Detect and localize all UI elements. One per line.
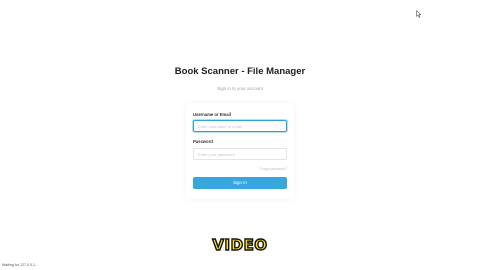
- username-input[interactable]: [193, 120, 287, 132]
- video-overlay-label: VIDEO: [212, 235, 268, 254]
- login-page: Book Scanner - File Manager Sign in to y…: [0, 0, 480, 270]
- page-subtitle: Sign in to your account: [217, 86, 263, 91]
- password-input[interactable]: [193, 148, 287, 160]
- sign-in-button[interactable]: Sign In: [193, 177, 287, 189]
- password-label: Password: [193, 139, 213, 144]
- browser-status-text: Waiting for 127.0.0.1...: [2, 263, 39, 267]
- username-label: Username or Email: [193, 112, 231, 117]
- mouse-pointer-icon: [416, 10, 422, 18]
- login-card: Username or Email Password Forgot passwo…: [186, 103, 294, 199]
- page-title: Book Scanner - File Manager: [174, 66, 306, 77]
- forgot-password-link[interactable]: Forgot password?: [260, 167, 287, 171]
